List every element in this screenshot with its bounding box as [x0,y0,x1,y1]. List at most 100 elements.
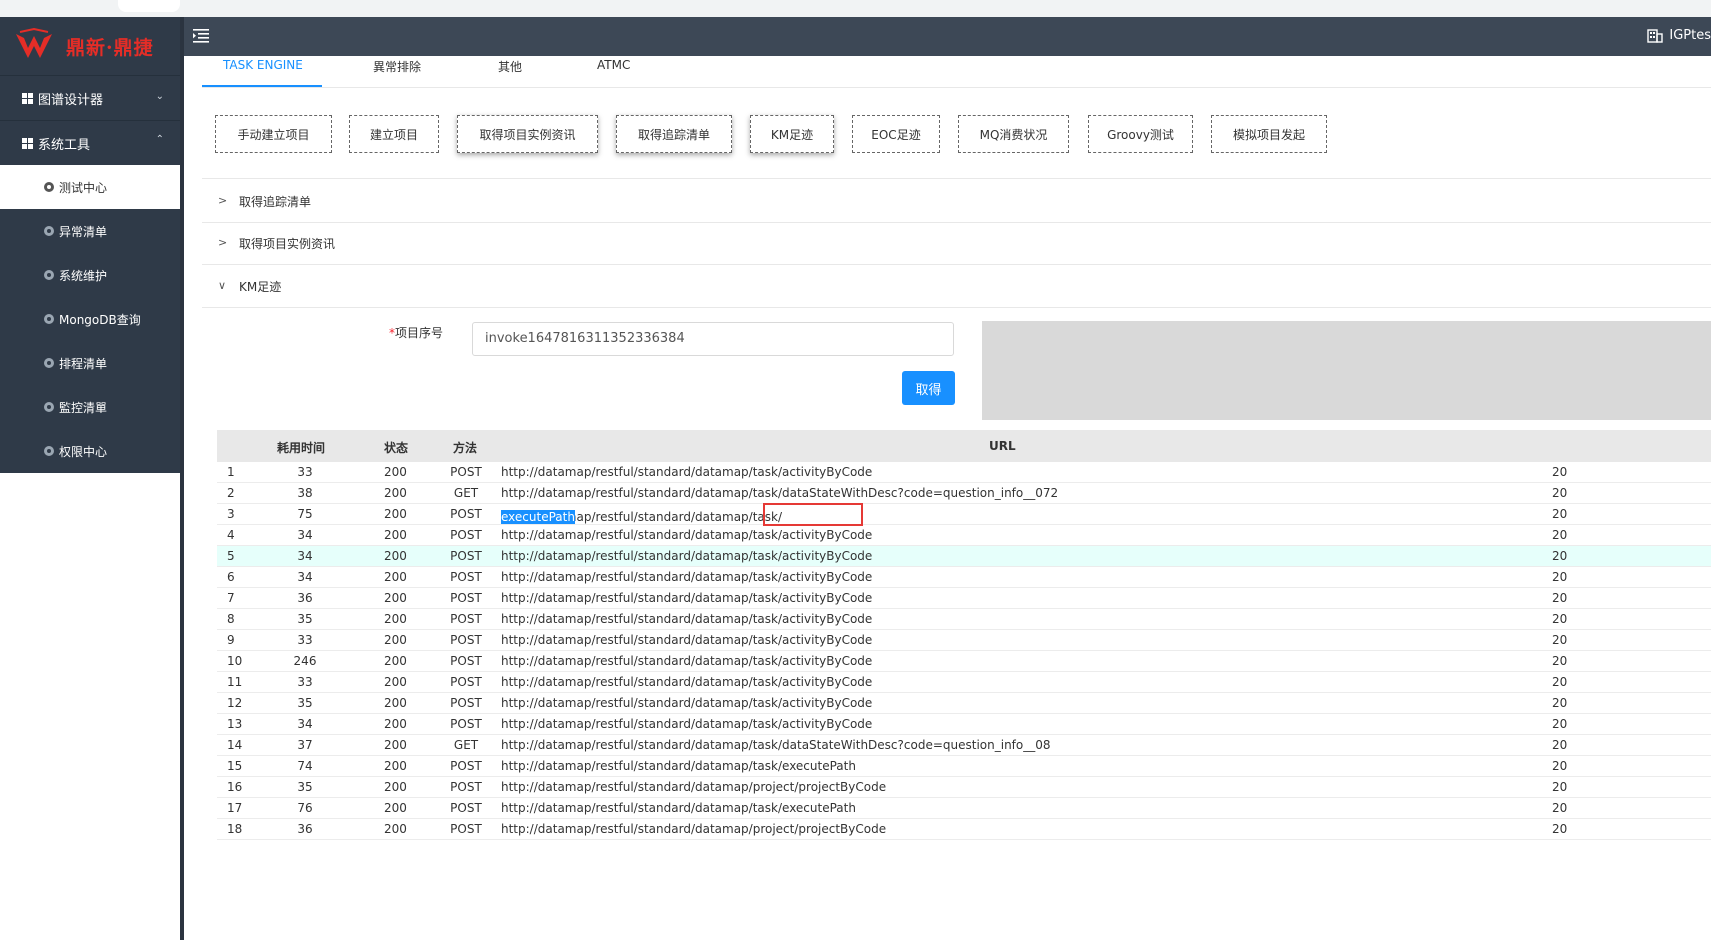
header-status[interactable]: 状态 [384,439,408,456]
table-row[interactable]: 15 74 200 POST http://datamap/restful/st… [217,756,1711,777]
header-url[interactable]: URL [989,439,1016,453]
project-no-input[interactable]: invoke1647816311352336384 [472,322,954,356]
row-date: 20 [1552,717,1568,731]
get-trace-list-button[interactable]: 取得追踪清单 [616,115,732,153]
sidebar-group-label: 系统工具 [38,137,91,153]
building-icon [1647,29,1664,43]
sidebar-item-permissions[interactable]: 权限中心 [0,429,180,473]
table-row[interactable]: 7 36 200 POST http://datamap/restful/sta… [217,588,1711,609]
manual-create-project-button[interactable]: 手动建立项目 [215,115,332,153]
chevron-down-icon: ⌄ [155,91,164,102]
create-project-button[interactable]: 建立项目 [349,115,439,153]
sidebar-group-graph-designer[interactable]: 图谱设计器 ⌄ [0,75,180,120]
browser-tab[interactable] [118,0,180,12]
mq-consumption-button[interactable]: MQ消费状况 [958,115,1069,153]
row-url: http://datamap/restful/standard/datamap/… [501,570,873,584]
table-row-hovered[interactable]: 5 34 200 POST http://datamap/restful/sta… [217,546,1711,567]
row-method: POST [450,822,482,836]
row-url: http://datamap/restful/standard/datamap/… [501,633,873,647]
sidebar-item-exceptions[interactable]: 异常清单 [0,209,180,253]
row-index: 6 [227,570,235,584]
tab-atmc[interactable]: ATMC [597,58,630,72]
row-method: POST [450,549,482,563]
table-row[interactable]: 3 75 200 POST http://datamap/restful/sta… [217,504,1711,525]
row-url: http://datamap/restful/standard/datamap/… [501,612,873,626]
row-time: 38 [297,486,313,500]
sidebar-item-schedule[interactable]: 排程清单 [0,341,180,385]
row-time: 34 [297,528,313,542]
row-url: http://datamap/restful/standard/datamap/… [501,654,873,668]
table-row[interactable]: 10 246 200 POST http://datamap/restful/s… [217,651,1711,672]
groovy-test-button[interactable]: Groovy测试 [1088,115,1193,153]
panel-project-instance[interactable]: > 取得项目实例资讯 [202,221,1711,265]
row-index: 14 [227,738,243,752]
header-time[interactable]: 耗用时间 [277,439,325,456]
sidebar: 鼎新·鼎捷 图谱设计器 ⌄ 系统工具 ⌃ 测试中心 异常清单 系统维护 Mong… [0,17,180,473]
sidebar-item-maintenance[interactable]: 系统维护 [0,253,180,297]
tab-other[interactable]: 其他 [498,58,522,75]
row-status: 200 [384,780,407,794]
row-status: 200 [384,549,407,563]
simulate-project-button[interactable]: 模拟项目发起 [1211,115,1327,153]
chrome-icon [44,182,54,192]
sidebar-item-test-center[interactable]: 测试中心 [0,165,180,209]
selected-text: executePath [501,510,575,524]
panel-km-trace[interactable]: ∨ KM足迹 [202,264,1711,308]
row-date: 20 [1552,738,1568,752]
table-row[interactable]: 14 37 200 GET http://datamap/restful/sta… [217,735,1711,756]
row-method: POST [450,780,482,794]
table-row[interactable]: 11 33 200 POST http://datamap/restful/st… [217,672,1711,693]
row-status: 200 [384,717,407,731]
row-index: 5 [227,549,235,563]
menu-fold-icon[interactable] [192,27,210,45]
table-row[interactable]: 4 34 200 POST http://datamap/restful/sta… [217,525,1711,546]
row-method: POST [450,801,482,815]
row-method: POST [450,507,482,521]
tab-exception-handling[interactable]: 異常排除 [373,58,421,75]
row-date: 20 [1552,696,1568,710]
row-time: 34 [297,570,313,584]
sidebar-item-monitor[interactable]: 監控清單 [0,385,180,429]
header-method[interactable]: 方法 [453,439,477,456]
panel-title: 取得追踪清单 [239,195,312,209]
row-time: 246 [293,654,317,668]
table-row[interactable]: 16 35 200 POST http://datamap/restful/st… [217,777,1711,798]
row-status: 200 [384,528,407,542]
row-date: 20 [1552,528,1568,542]
fetch-button[interactable]: 取得 [902,371,955,405]
row-index: 4 [227,528,235,542]
tab-task-engine[interactable]: TASK ENGINE [223,58,303,72]
result-preview-area [982,321,1711,420]
row-status: 200 [384,507,407,521]
table-row[interactable]: 9 33 200 POST http://datamap/restful/sta… [217,630,1711,651]
row-time: 34 [297,549,313,563]
km-trace-button[interactable]: KM足迹 [750,115,834,153]
row-status: 200 [384,738,407,752]
get-project-instance-button[interactable]: 取得项目实例资讯 [457,115,598,153]
panel-trace-list[interactable]: > 取得追踪清单 [202,178,1711,223]
row-index: 3 [227,507,235,521]
table-header: 耗用时间 状态 方法 URL [217,430,1711,462]
table-row[interactable]: 8 35 200 POST http://datamap/restful/sta… [217,609,1711,630]
table-row[interactable]: 17 76 200 POST http://datamap/restful/st… [217,798,1711,819]
row-url: http://datamap/restful/standard/datamap/… [501,591,873,605]
eoc-trace-button[interactable]: EOC足迹 [852,115,940,153]
table-row[interactable]: 6 34 200 POST http://datamap/restful/sta… [217,567,1711,588]
row-time: 75 [297,507,313,521]
row-index: 2 [227,486,235,500]
sidebar-group-system-tools[interactable]: 系统工具 ⌃ [0,120,180,165]
table-row[interactable]: 1 33 200 POST http://datamap/restful/sta… [217,462,1711,483]
row-time: 74 [297,759,313,773]
table-row[interactable]: 18 36 200 POST http://datamap/restful/st… [217,819,1711,840]
panel-title: KM足迹 [239,280,282,294]
row-date: 20 [1552,654,1568,668]
table-row[interactable]: 12 35 200 POST http://datamap/restful/st… [217,693,1711,714]
tenant-switcher[interactable]: IGPtes [1647,27,1711,43]
active-tab-indicator [202,85,322,87]
table-row[interactable]: 2 38 200 GET http://datamap/restful/stan… [217,483,1711,504]
table-row[interactable]: 13 34 200 POST http://datamap/restful/st… [217,714,1711,735]
row-index: 15 [227,759,243,773]
row-method: POST [450,654,482,668]
sidebar-item-mongodb[interactable]: MongoDB查询 [0,297,180,341]
chrome-icon [44,226,54,236]
